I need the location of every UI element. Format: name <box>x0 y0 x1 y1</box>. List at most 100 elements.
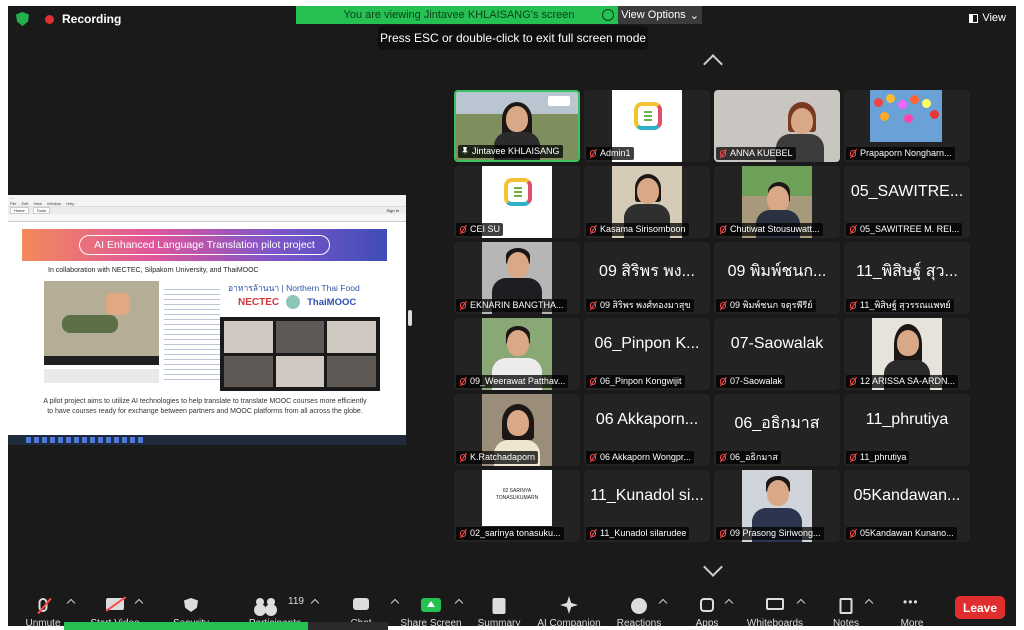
view-options-button[interactable]: View Options ⌄ <box>618 6 702 24</box>
participant-name-tag: 11_Kunadol silarudee <box>586 527 690 540</box>
gallery-scroll-down-chevron-icon[interactable] <box>701 566 725 578</box>
chat-bubble-icon <box>353 598 369 610</box>
mic-muted-icon <box>460 378 466 385</box>
participant-tile[interactable]: 07-Saowalak 07-Saowalak <box>714 318 840 390</box>
participant-tile[interactable]: 09 สิริพร พง... 09 สิริพร พงศ์ทองมาสุข <box>584 242 710 314</box>
info-icon[interactable] <box>602 9 614 21</box>
app-tabs: Home Tools Sign In <box>8 206 406 214</box>
participants-button[interactable]: 119 Participants <box>240 592 310 626</box>
participant-tile[interactable]: 09 พิมพ์ชนก... 09 พิมพ์ชนก จตุรพีรีย์ <box>714 242 840 314</box>
security-button[interactable]: Security <box>156 592 226 626</box>
participant-tile[interactable]: K.Ratchadaporn <box>454 394 580 466</box>
participant-tile[interactable]: Admin1 <box>584 90 710 162</box>
participant-name: Kasama Sirisomboon <box>600 224 686 234</box>
participants-options-chevron-icon[interactable] <box>310 598 320 608</box>
participant-tile[interactable]: Jintavee KHLAISANG <box>454 90 580 162</box>
slide-description: A pilot project aims to utilize AI techn… <box>43 398 367 415</box>
participant-name: 09 พิมพ์ชนก จตุรพีรีย์ <box>730 300 813 310</box>
participant-tile[interactable]: 05Kandawan... 05Kandawan Kunano... <box>844 470 970 542</box>
view-options-label: View Options <box>621 9 686 21</box>
participant-tile[interactable]: 06 Akkaporn... 06 Akkaporn Wongpr... <box>584 394 710 466</box>
mic-muted-icon <box>850 226 856 233</box>
participant-tile[interactable]: CEI SU <box>454 166 580 238</box>
share-screen-button[interactable]: Share Screen <box>396 592 466 626</box>
chat-button[interactable]: Chat <box>326 592 396 626</box>
thaimooc-logo: ThaiMOOC <box>307 296 357 308</box>
mic-muted-icon <box>460 302 466 309</box>
lanterns-background <box>870 90 942 142</box>
participant-name-tag: ANNA KUEBEL <box>716 147 796 160</box>
unmute-button[interactable]: Unmute <box>8 592 78 626</box>
participant-tile[interactable]: ANNA KUEBEL <box>714 90 840 162</box>
participant-name: 06 Akkaporn Wongpr... <box>600 452 691 462</box>
participant-name-tag: Jintavee KHLAISANG <box>458 145 563 158</box>
mic-muted-icon <box>460 226 466 233</box>
start-video-button[interactable]: Start Video <box>80 592 150 626</box>
windows-taskbar <box>8 435 406 445</box>
slide-collab-text: In collaboration with NECTEC, Silpakorn … <box>48 267 259 274</box>
mic-muted-icon <box>720 150 726 157</box>
participant-tile[interactable]: 11_พิสิษฐ์ สุว... 11_พิสิษฐ์ สุวรรณแพทย์ <box>844 242 970 314</box>
participant-tile[interactable]: 11_Kunadol si... 11_Kunadol silarudee <box>584 470 710 542</box>
notes-button[interactable]: Notes <box>811 592 881 626</box>
apps-button[interactable]: Apps <box>672 592 742 626</box>
mic-muted-icon <box>720 454 726 461</box>
participant-tile[interactable]: 09 Prasong Siriwong... <box>714 470 840 542</box>
participant-tile[interactable]: 05_SAWITRE... 05_SAWITREE M. REI... <box>844 166 970 238</box>
encryption-shield-icon[interactable] <box>16 12 29 26</box>
app-toolbar <box>8 214 406 222</box>
participant-tile[interactable]: Prapaporn Nongharn... <box>844 90 970 162</box>
participant-tile[interactable]: 02 SARINYA TONASUKUMARN 02_sarinya tonas… <box>454 470 580 542</box>
participant-name-tag: 06_อธิกมาส <box>716 451 781 464</box>
more-button[interactable]: More <box>877 592 947 626</box>
gallery-scroll-up-chevron-icon[interactable] <box>701 54 725 66</box>
mic-muted-icon <box>460 530 466 537</box>
participant-display-name: 06 Akkaporn... <box>595 411 699 428</box>
participant-tile[interactable]: 11_phrutiya 11_phrutiya <box>844 394 970 466</box>
viewing-banner: You are viewing Jintavee KHLAISANG's scr… <box>296 6 622 24</box>
participant-tile[interactable]: EKNARIN BANGTHA... <box>454 242 580 314</box>
participant-tile[interactable]: 06_Pinpon K... 06_Pinpon Kongwijit <box>584 318 710 390</box>
mic-muted-icon <box>590 302 596 309</box>
participants-icon <box>256 598 276 612</box>
summary-button[interactable]: Summary <box>464 592 534 626</box>
whiteboards-button[interactable]: Whiteboards <box>740 592 810 626</box>
menu-edit: Edit <box>21 201 29 206</box>
reactions-button[interactable]: Reactions <box>604 592 674 626</box>
split-resize-handle[interactable] <box>408 310 412 326</box>
zoom-meeting-thumbnail <box>220 317 380 391</box>
participant-name-tag: CEI SU <box>456 223 504 236</box>
recording-dot-icon <box>45 14 54 24</box>
menu-window: Window <box>46 201 62 206</box>
participant-name-tag: Kasama Sirisomboon <box>586 223 689 236</box>
summary-label: Summary <box>477 618 521 626</box>
ai-companion-button[interactable]: AI Companion <box>534 592 604 626</box>
mic-muted-icon <box>850 530 856 537</box>
slide-thai-title: อาหารล้านนา | Northern Thai Food <box>228 283 360 293</box>
participant-tile[interactable]: Kasama Sirisomboon <box>584 166 710 238</box>
mic-muted-icon <box>850 150 856 157</box>
participant-tile[interactable]: 09_Weerawat Patthav... <box>454 318 580 390</box>
participant-display-name: 05_SAWITRE... <box>850 183 964 200</box>
view-button[interactable]: View <box>969 12 1006 24</box>
participant-tile[interactable]: 12 ARISSA SA-ARDN... <box>844 318 970 390</box>
participant-name: 12 ARISSA SA-ARDN... <box>860 376 956 386</box>
participant-tile[interactable]: Chutiwat Stousuwatt... <box>714 166 840 238</box>
video-off-icon <box>106 598 124 610</box>
security-shield-icon <box>184 598 198 612</box>
viewing-text: You are viewing Jintavee KHLAISANG's scr… <box>343 9 575 21</box>
sharing-indicator-bar <box>64 622 308 630</box>
leave-button[interactable]: Leave <box>955 596 1005 619</box>
menu-help: Help <box>66 201 75 206</box>
participant-display-name: 05Kandawan... <box>853 487 961 504</box>
participant-tile[interactable]: 06_อธิกมาส 06_อธิกมาส <box>714 394 840 466</box>
participant-name: 09 Prasong Siriwong... <box>730 528 821 538</box>
mic-muted-icon <box>590 530 596 537</box>
sparkle-icon <box>560 596 578 614</box>
reactions-label: Reactions <box>616 618 662 626</box>
participant-name-tag: Prapaporn Nongharn... <box>846 147 955 160</box>
participant-name-tag: 02_sarinya tonasuku... <box>456 527 564 540</box>
recording-label: Recording <box>62 12 122 26</box>
window-title: ... <box>10 195 14 200</box>
video-caption-area <box>44 369 159 383</box>
